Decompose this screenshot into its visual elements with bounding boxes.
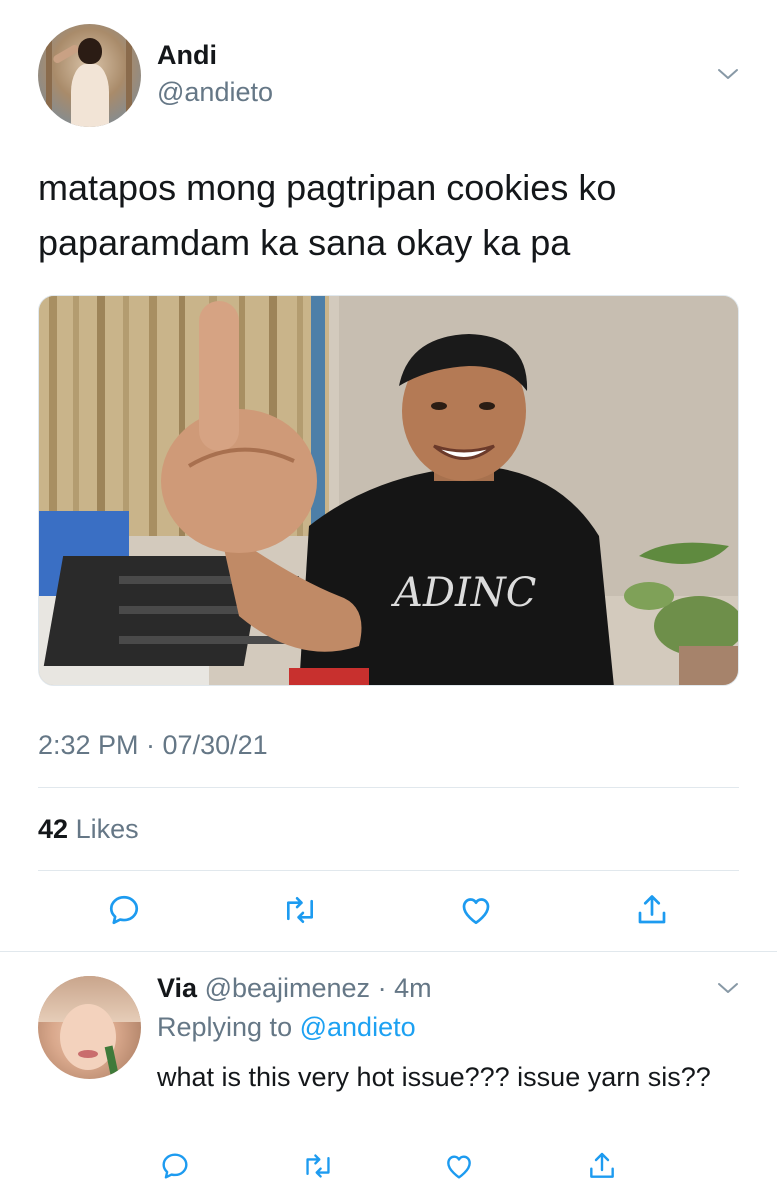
avatar-lips [78,1050,98,1058]
avatar-background [126,24,132,127]
tweet-media-photo[interactable]: ADINC [38,295,739,686]
reply-icon[interactable] [104,890,144,930]
divider [38,787,739,788]
tweet-timestamp[interactable]: 2:32 PM · 07/30/21 [38,730,268,761]
avatar-background [46,24,52,127]
likes-label: Likes [75,814,139,844]
author-avatar[interactable] [38,24,141,127]
reply-author-display-name[interactable]: Via [157,973,197,1003]
reply-author-handle[interactable]: @beajimenez [205,973,371,1003]
retweet-icon[interactable] [280,890,320,930]
divider [38,870,739,871]
share-icon[interactable] [582,1146,622,1186]
divider [0,951,777,952]
avatar-figure-body [71,64,109,127]
avatar-figure-head [78,38,102,64]
author-handle[interactable]: @andieto [157,77,273,108]
photo-scene: ADINC [39,296,738,685]
replying-to-mention[interactable]: @andieto [300,1012,416,1042]
like-icon[interactable] [456,890,496,930]
shirt-print: ADINC [390,570,536,616]
avatar-strap [104,1045,120,1079]
retweet-icon[interactable] [298,1146,338,1186]
tweet-text: matapos mong pagtripan cookies ko papara… [38,167,617,263]
reply-author-avatar[interactable] [38,976,141,1079]
likes-count[interactable]: 42 Likes [38,814,139,845]
reply-time: · 4m [377,973,432,1003]
author-display-name[interactable]: Andi [157,40,217,71]
chevron-down-icon[interactable] [716,62,740,86]
chevron-down-icon[interactable] [716,976,740,1000]
like-icon[interactable] [439,1146,479,1186]
share-icon[interactable] [632,890,672,930]
tweet-detail-page: Andi @andieto matapos mong pagtripan coo… [0,0,777,1200]
reply-text: what is this very hot issue??? issue yar… [157,1062,711,1092]
replying-to-label: Replying to [157,1012,293,1042]
reply-header: Via @beajimenez · 4m [157,973,432,1004]
avatar-figure-arm [51,43,81,65]
replying-to: Replying to @andieto [157,1012,416,1043]
reply-icon[interactable] [155,1146,195,1186]
likes-number: 42 [38,814,69,844]
